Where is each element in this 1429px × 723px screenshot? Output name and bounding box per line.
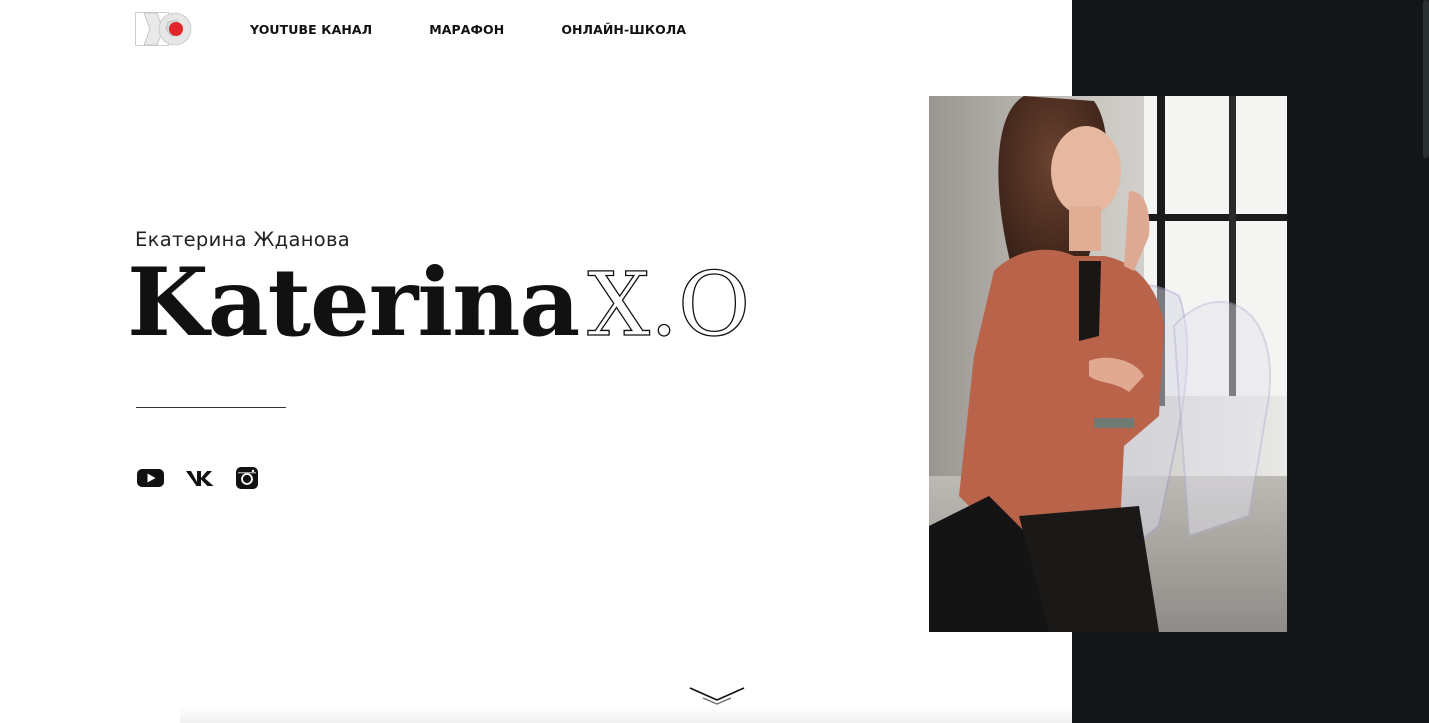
chevron-down-icon <box>689 687 745 705</box>
logo-icon <box>135 12 192 46</box>
hero-photo <box>929 96 1287 632</box>
scroll-down-button[interactable] <box>689 684 745 706</box>
instagram-link[interactable] <box>235 466 259 494</box>
social-links <box>136 466 259 494</box>
vk-icon <box>186 471 214 486</box>
scrollbar[interactable] <box>1423 0 1429 158</box>
nav-online-school[interactable]: ОНЛАЙН-ШКОЛА <box>561 22 686 37</box>
youtube-link[interactable] <box>136 467 165 493</box>
nav-youtube-channel[interactable]: YOUTUBE КАНАЛ <box>250 22 372 37</box>
hero-divider <box>136 407 286 408</box>
instagram-icon <box>236 467 258 489</box>
hero-title-bold: Katerina <box>127 248 580 358</box>
youtube-icon <box>137 469 164 487</box>
hero-title-outline: X.O <box>587 253 751 356</box>
hero-title: KaterinaX.O <box>127 251 751 356</box>
vk-link[interactable] <box>185 469 215 491</box>
portrait-image <box>929 96 1287 632</box>
main-nav: YOUTUBE КАНАЛ МАРАФОН ОНЛАЙН-ШКОЛА <box>250 22 686 37</box>
bottom-shadow <box>180 706 1072 723</box>
nav-marathon[interactable]: МАРАФОН <box>429 22 504 37</box>
site-logo[interactable] <box>135 12 193 46</box>
